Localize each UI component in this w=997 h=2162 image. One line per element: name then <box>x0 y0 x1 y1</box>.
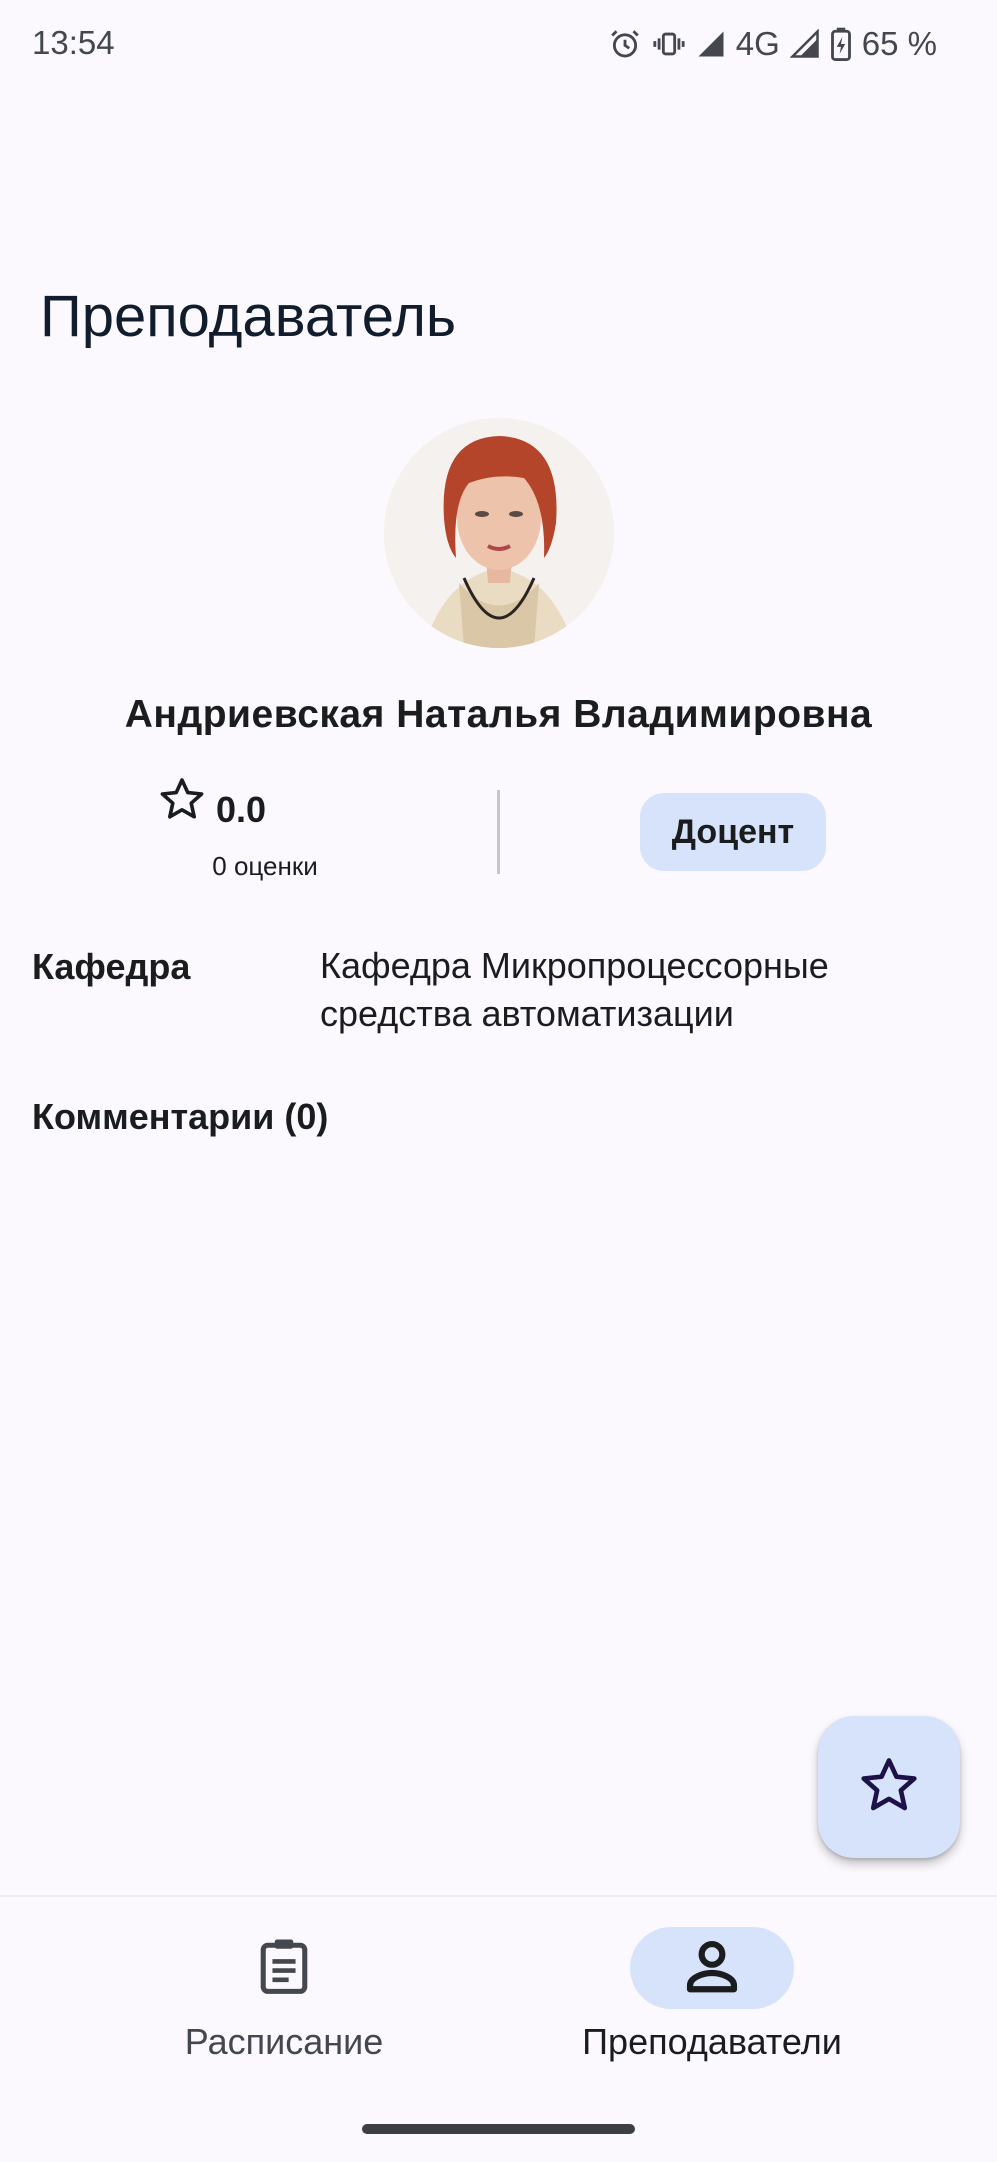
status-time: 13:54 <box>32 24 115 61</box>
clipboard-icon <box>256 1936 312 2001</box>
status-icons: 4G 65 % <box>608 22 937 66</box>
rating-value: 0.0 <box>216 789 267 830</box>
nav-item-schedule[interactable]: Расписание <box>35 1897 533 2097</box>
nav-label-schedule: Расписание <box>184 2021 384 2062</box>
rating-block: 0.0 0 оценки <box>150 775 380 885</box>
comments-title: Комментарии (0) <box>32 1096 329 1137</box>
department-label: Кафедра <box>32 946 191 987</box>
nav-indicator-active <box>630 1927 794 2009</box>
status-bar: 13:54 4G 65 % <box>0 0 997 90</box>
rate-teacher-fab[interactable] <box>818 1716 960 1858</box>
vibrate-icon <box>652 27 686 61</box>
teacher-name: Андриевская Наталья Владимировна <box>124 693 873 736</box>
person-icon <box>681 1935 743 2002</box>
rating-count: 0 оценки <box>212 851 318 881</box>
department-value: Кафедра Микропроцессорные средства автом… <box>320 945 829 1034</box>
battery-level: 65 % <box>861 25 937 62</box>
nav-item-teachers[interactable]: Преподаватели <box>463 1897 961 2097</box>
signal-icon <box>696 29 726 59</box>
vertical-divider <box>497 790 500 874</box>
alarm-icon <box>608 27 642 61</box>
signal-icon <box>789 29 820 59</box>
nav-indicator <box>202 1927 366 2009</box>
avatar <box>384 418 614 648</box>
nav-label-teachers: Преподаватели <box>582 2021 842 2062</box>
page-title: Преподаватель <box>40 284 457 349</box>
position-chip[interactable]: Доцент <box>640 793 826 871</box>
star-outline-icon <box>158 775 206 823</box>
network-type: 4G <box>735 25 780 62</box>
bottom-navigation: Расписание Преподаватели <box>0 1895 997 2162</box>
battery-charging-icon <box>830 27 852 61</box>
star-outline-icon <box>858 1754 920 1821</box>
home-indicator[interactable] <box>362 2124 635 2134</box>
